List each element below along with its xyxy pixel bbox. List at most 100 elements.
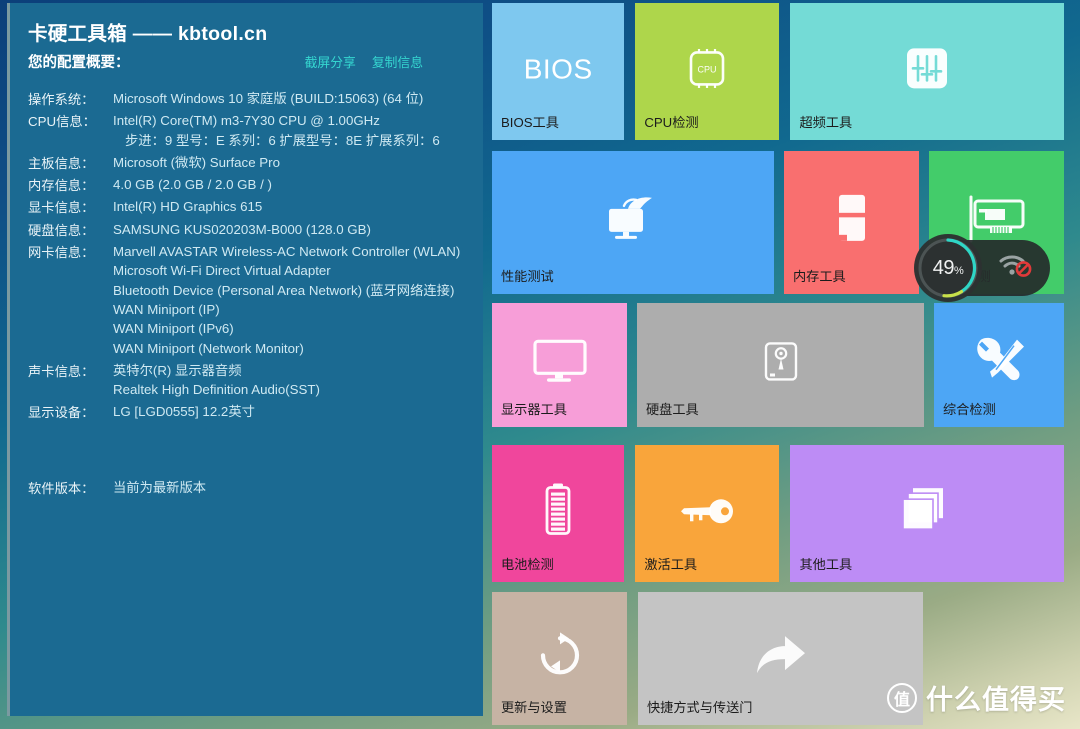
software-version-value: 当前为最新版本 <box>113 479 207 495</box>
tile-label: 其他工具 <box>799 557 853 572</box>
spec-value: 英特尔(R) 显示器音频 <box>113 362 242 378</box>
tile-key[interactable]: 激活工具 <box>635 445 780 582</box>
tile-sliders[interactable]: 超频工具 <box>790 3 1065 140</box>
spec-values: 英特尔(R) 显示器音频 Realtek High Definition Audi… <box>113 361 465 400</box>
spec-row: 网卡信息： Marvell AVASTAR Wireless-AC Network… <box>28 242 465 358</box>
spec-value: Realtek High Definition Audio(SST) <box>113 382 320 398</box>
config-summary-panel: 卡硬工具箱 —— kbtool.cn 您的配置概要： 截屏分享 复制信息 操作系… <box>10 3 483 716</box>
spec-values: LG [LGD0555] 12.2英寸 <box>113 402 465 421</box>
spec-row: 主板信息： Microsoft (微软) Surface Pro <box>28 153 465 172</box>
spec-label: 主板信息： <box>28 155 95 171</box>
bios-text-icon: BIOS <box>492 53 624 85</box>
tools-icon <box>934 334 1064 388</box>
battery-icon <box>492 481 624 537</box>
spec-values: Intel(R) HD Graphics 615 <box>113 197 465 216</box>
spec-value: WAN Miniport (IP) <box>113 301 220 317</box>
spec-values: 4.0 GB (2.0 GB / 2.0 GB / ) <box>113 175 465 194</box>
tile-label: CPU检测 <box>644 115 699 130</box>
spec-row: 操作系统： Microsoft Windows 10 家庭版 (BUILD:150… <box>28 89 465 108</box>
tile-refresh[interactable]: 更新与设置 <box>492 592 627 725</box>
spec-label: 硬盘信息： <box>28 222 95 238</box>
tile-label: 激活工具 <box>644 557 698 572</box>
tile-label: 更新与设置 <box>501 700 567 715</box>
tile-hard-disk[interactable]: 硬盘工具 <box>637 303 924 427</box>
spec-label: 显示设备： <box>28 405 95 421</box>
bios-text-icon: BIOS <box>523 52 593 84</box>
battery-dial: 49% <box>914 234 982 302</box>
spec-row: CPU信息： Intel(R) Core(TM) m3-7Y30 CPU @ 1.… <box>28 111 465 150</box>
tile-label: 综合检测 <box>943 402 996 417</box>
tile-tools[interactable]: 综合检测 <box>934 303 1064 427</box>
spec-row: 硬盘信息： SAMSUNG KUS020203M-B000 (128.0 GB) <box>28 220 465 239</box>
tile-row: 更新与设置 快捷方式与传送门 <box>492 592 1064 725</box>
spec-label: 内存信息： <box>28 178 95 194</box>
cpu-chip-icon: CPU <box>635 46 779 90</box>
spec-label: 显卡信息： <box>28 200 95 216</box>
spec-value: SAMSUNG KUS020203M-B000 (128.0 GB) <box>113 221 371 237</box>
app-title: 卡硬工具箱 —— kbtool.cn <box>28 23 268 45</box>
screenshot-share-link[interactable]: 截屏分享 <box>305 52 356 71</box>
tile-cpu-chip[interactable]: CPU CPU检测 <box>635 3 780 140</box>
spec-value: WAN Miniport (Network Monitor) <box>113 340 304 356</box>
svg-text:CPU: CPU <box>698 64 717 74</box>
tile-row: 显示器工具 硬盘工具 综合检测 <box>492 303 1064 427</box>
spec-label: 操作系统： <box>28 92 95 107</box>
spec-label: 声卡信息： <box>28 363 95 379</box>
monitor-speed-icon <box>492 192 774 244</box>
spec-value: Microsoft Wi-Fi Direct Virtual Adapter <box>113 263 331 279</box>
key-icon <box>635 494 779 528</box>
sliders-icon <box>790 45 1064 91</box>
stack-icon <box>790 486 1064 534</box>
tile-bios-text[interactable]: BIOS BIOS工具 <box>492 3 625 140</box>
tile-ram-module[interactable]: 内存工具 <box>784 151 919 294</box>
tile-battery[interactable]: 电池检测 <box>492 445 625 582</box>
software-version-row: 软件版本： 当前为最新版本 <box>28 478 465 497</box>
spec-values: Microsoft (微软) Surface Pro <box>113 153 465 172</box>
spec-values: Microsoft Windows 10 家庭版 (BUILD:15063) (… <box>113 89 465 108</box>
spec-label: CPU信息： <box>28 114 96 130</box>
spec-value: WAN Miniport (IPv6) <box>113 321 234 337</box>
wifi-disabled-icon[interactable] <box>998 253 1032 284</box>
tile-row: 电池检测 激活工具 其他工具 <box>492 445 1065 582</box>
tile-label: 电池检测 <box>501 557 554 572</box>
spec-label: 网卡信息： <box>28 245 95 261</box>
display-icon <box>492 338 627 384</box>
spec-row: 内存信息： 4.0 GB (2.0 GB / 2.0 GB / ) <box>28 175 465 194</box>
spec-values: SAMSUNG KUS020203M-B000 (128.0 GB) <box>113 220 465 239</box>
spec-value: Intel(R) Core(TM) m3-7Y30 CPU @ 1.00GHz <box>113 113 380 129</box>
tile-label: BIOS工具 <box>501 115 559 130</box>
tile-label: 超频工具 <box>799 115 853 130</box>
share-arrow-icon <box>638 631 923 679</box>
header-actions: 截屏分享 复制信息 <box>305 52 465 71</box>
spec-row: 声卡信息： 英特尔(R) 显示器音频 Realtek High Definition… <box>28 361 465 400</box>
spec-value: Microsoft (微软) Surface Pro <box>113 154 280 170</box>
spec-value: 4.0 GB (2.0 GB / 2.0 GB / ) <box>113 177 272 193</box>
spec-value: 步进：9 型号：E 系列：6 扩展型号：8E 扩展系列：6 <box>125 132 440 148</box>
tile-grid: BIOSBIOS工具CPUCPU检测超频工具性能测试内存工具显卡检测显示器工具硬… <box>492 3 1065 725</box>
spec-value: Intel(R) HD Graphics 615 <box>113 199 263 215</box>
tile-row: BIOS BIOS工具 CPU CPU检测 超频工具 <box>492 3 1065 140</box>
tile-label: 硬盘工具 <box>646 402 699 417</box>
refresh-icon <box>492 631 627 678</box>
tile-share-arrow[interactable]: 快捷方式与传送门 <box>638 592 923 725</box>
config-summary-label: 您的配置概要： <box>28 55 130 71</box>
copy-info-link[interactable]: 复制信息 <box>372 52 423 71</box>
ram-module-icon <box>784 192 919 244</box>
hard-disk-icon <box>637 339 924 383</box>
system-status-overlay[interactable]: 49% <box>914 234 1050 302</box>
tile-display[interactable]: 显示器工具 <box>492 303 627 427</box>
spec-values: Intel(R) Core(TM) m3-7Y30 CPU @ 1.00GHz 步… <box>113 111 465 150</box>
tile-label: 显示器工具 <box>501 402 567 417</box>
tile-monitor-speed[interactable]: 性能测试 <box>492 151 774 294</box>
tile-label: 内存工具 <box>793 269 846 284</box>
spec-value: Bluetooth Device (Personal Area Network)… <box>113 282 455 298</box>
spec-value: Marvell AVASTAR Wireless-AC Network Cont… <box>113 244 461 260</box>
software-version-label: 软件版本： <box>28 480 95 496</box>
spec-row: 显示设备： LG [LGD0555] 12.2英寸 <box>28 402 465 421</box>
subtitle-row: 您的配置概要： 截屏分享 复制信息 <box>28 51 465 72</box>
tile-label: 性能测试 <box>501 269 554 284</box>
tile-stack[interactable]: 其他工具 <box>790 445 1065 582</box>
spec-value: LG [LGD0555] 12.2英寸 <box>113 404 255 420</box>
spec-values: Marvell AVASTAR Wireless-AC Network Cont… <box>113 242 465 358</box>
battery-percent-text: 49% <box>932 256 964 279</box>
